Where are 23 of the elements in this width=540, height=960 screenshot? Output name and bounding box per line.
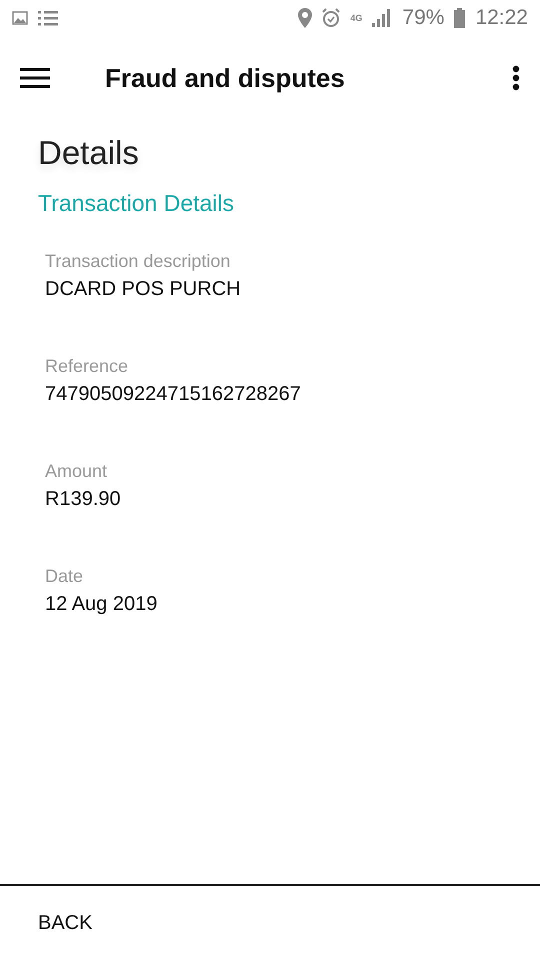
back-button[interactable]: BACK — [38, 904, 92, 942]
field-label: Reference — [45, 356, 130, 377]
battery-level: 79% — [402, 6, 444, 30]
location-icon — [298, 8, 312, 28]
field-value: 74790509224715162728267 — [45, 383, 302, 406]
more-options-icon[interactable] — [512, 65, 520, 91]
field-label: Amount — [45, 461, 108, 482]
field-value: 12 Aug 2019 — [45, 593, 158, 616]
signal-icon — [372, 9, 392, 27]
field-value: DCARD POS PURCH — [45, 278, 242, 301]
menu-icon[interactable] — [20, 68, 50, 88]
field-label: Transaction description — [45, 251, 232, 272]
field-label: Date — [45, 566, 84, 587]
alarm-icon — [322, 8, 340, 28]
clock-time: 12:22 — [475, 6, 528, 30]
field-value: R139.90 — [45, 488, 122, 511]
app-bar-title: Fraud and disputes — [105, 62, 345, 94]
page-heading: Details — [38, 134, 140, 172]
battery-icon — [454, 8, 466, 28]
list-icon — [38, 10, 58, 26]
section-title: Transaction Details — [38, 190, 236, 217]
network-type: 4G — [350, 13, 362, 23]
image-icon — [12, 11, 28, 25]
